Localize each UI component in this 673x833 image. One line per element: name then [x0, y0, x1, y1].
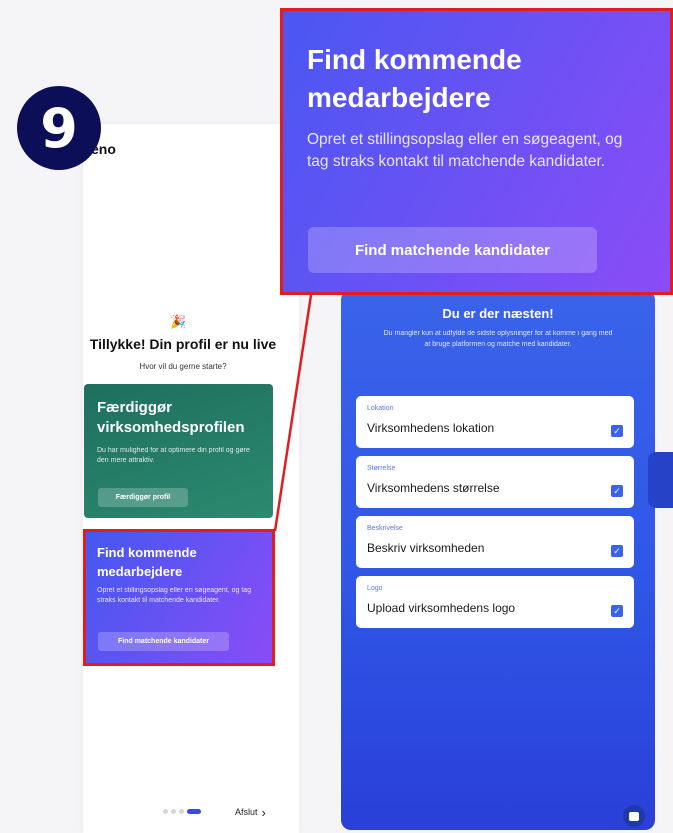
zoom-text: Opret et stillingsopslag eller en søgeag… [307, 131, 623, 170]
complete-profile-text: Du har mulighed for at optimere din prof… [97, 447, 250, 464]
field-location[interactable]: Lokation Virksomhedens lokation ✓ [356, 396, 634, 448]
page-subtitle: Hvor vil du gerne starte? [139, 362, 227, 371]
page-title: Tillykke! Din profil er nu live [89, 336, 277, 352]
field-label: Lokation [367, 405, 394, 412]
exit-label: Afslut [235, 807, 258, 817]
pager-dot[interactable] [171, 809, 176, 814]
field-description[interactable]: Beskrivelse Beskriv virksomheden ✓ [356, 516, 634, 568]
pager-dot[interactable] [179, 809, 184, 814]
checkbox-checked-icon[interactable]: ✓ [611, 425, 623, 437]
checkbox-checked-icon[interactable]: ✓ [611, 545, 623, 557]
chevron-right-icon: › [261, 804, 266, 820]
profile-completion-panel: Du er der næsten! Du mangler kun at udfy… [341, 290, 655, 830]
field-label: Logo [367, 585, 383, 592]
field-logo[interactable]: Logo Upload virksomhedens logo ✓ [356, 576, 634, 628]
panel-subtitle: Du mangler kun at udfylde de sidste oply… [383, 330, 613, 348]
field-value: Beskriv virksomheden [367, 541, 485, 555]
pager-dot[interactable] [163, 809, 168, 814]
zoomed-find-candidates-card: Find kommende medarbejdere Opret et stil… [280, 8, 673, 295]
complete-profile-title: Færdiggør virksomhedsprofilen [97, 399, 245, 436]
step-number-badge: 9 [17, 86, 101, 170]
zoom-find-candidates-button[interactable]: Find matchende kandidater [308, 227, 597, 273]
field-value: Virksomhedens lokation [367, 421, 495, 435]
chat-button[interactable] [623, 805, 645, 827]
highlight-frame-small [83, 529, 275, 666]
field-value: Upload virksomhedens logo [367, 601, 516, 615]
zoom-title: Find kommende medarbejdere [307, 44, 522, 113]
party-icon: 🎉 [170, 314, 187, 329]
field-value: Virksomhedens størrelse [367, 481, 500, 495]
chat-icon [629, 811, 639, 821]
field-label: Størrelse [367, 465, 396, 472]
exit-link[interactable]: Afslut › [235, 804, 266, 820]
pager-dot-active[interactable] [187, 809, 201, 814]
feedback-side-tab[interactable] [648, 452, 673, 508]
field-size[interactable]: Størrelse Virksomhedens størrelse ✓ [356, 456, 634, 508]
complete-profile-button[interactable]: Færdiggør profil [98, 488, 188, 507]
checkbox-checked-icon[interactable]: ✓ [611, 485, 623, 497]
onboarding-screen: eno 🎉 Tillykke! Din profil er nu live Hv… [0, 0, 673, 833]
step-pagination [163, 809, 201, 814]
complete-profile-card[interactable]: Færdiggør virksomhedsprofilen Du har mul… [84, 384, 273, 518]
checkbox-checked-icon[interactable]: ✓ [611, 605, 623, 617]
panel-title: Du er der næsten! [442, 306, 554, 321]
field-label: Beskrivelse [367, 525, 403, 532]
